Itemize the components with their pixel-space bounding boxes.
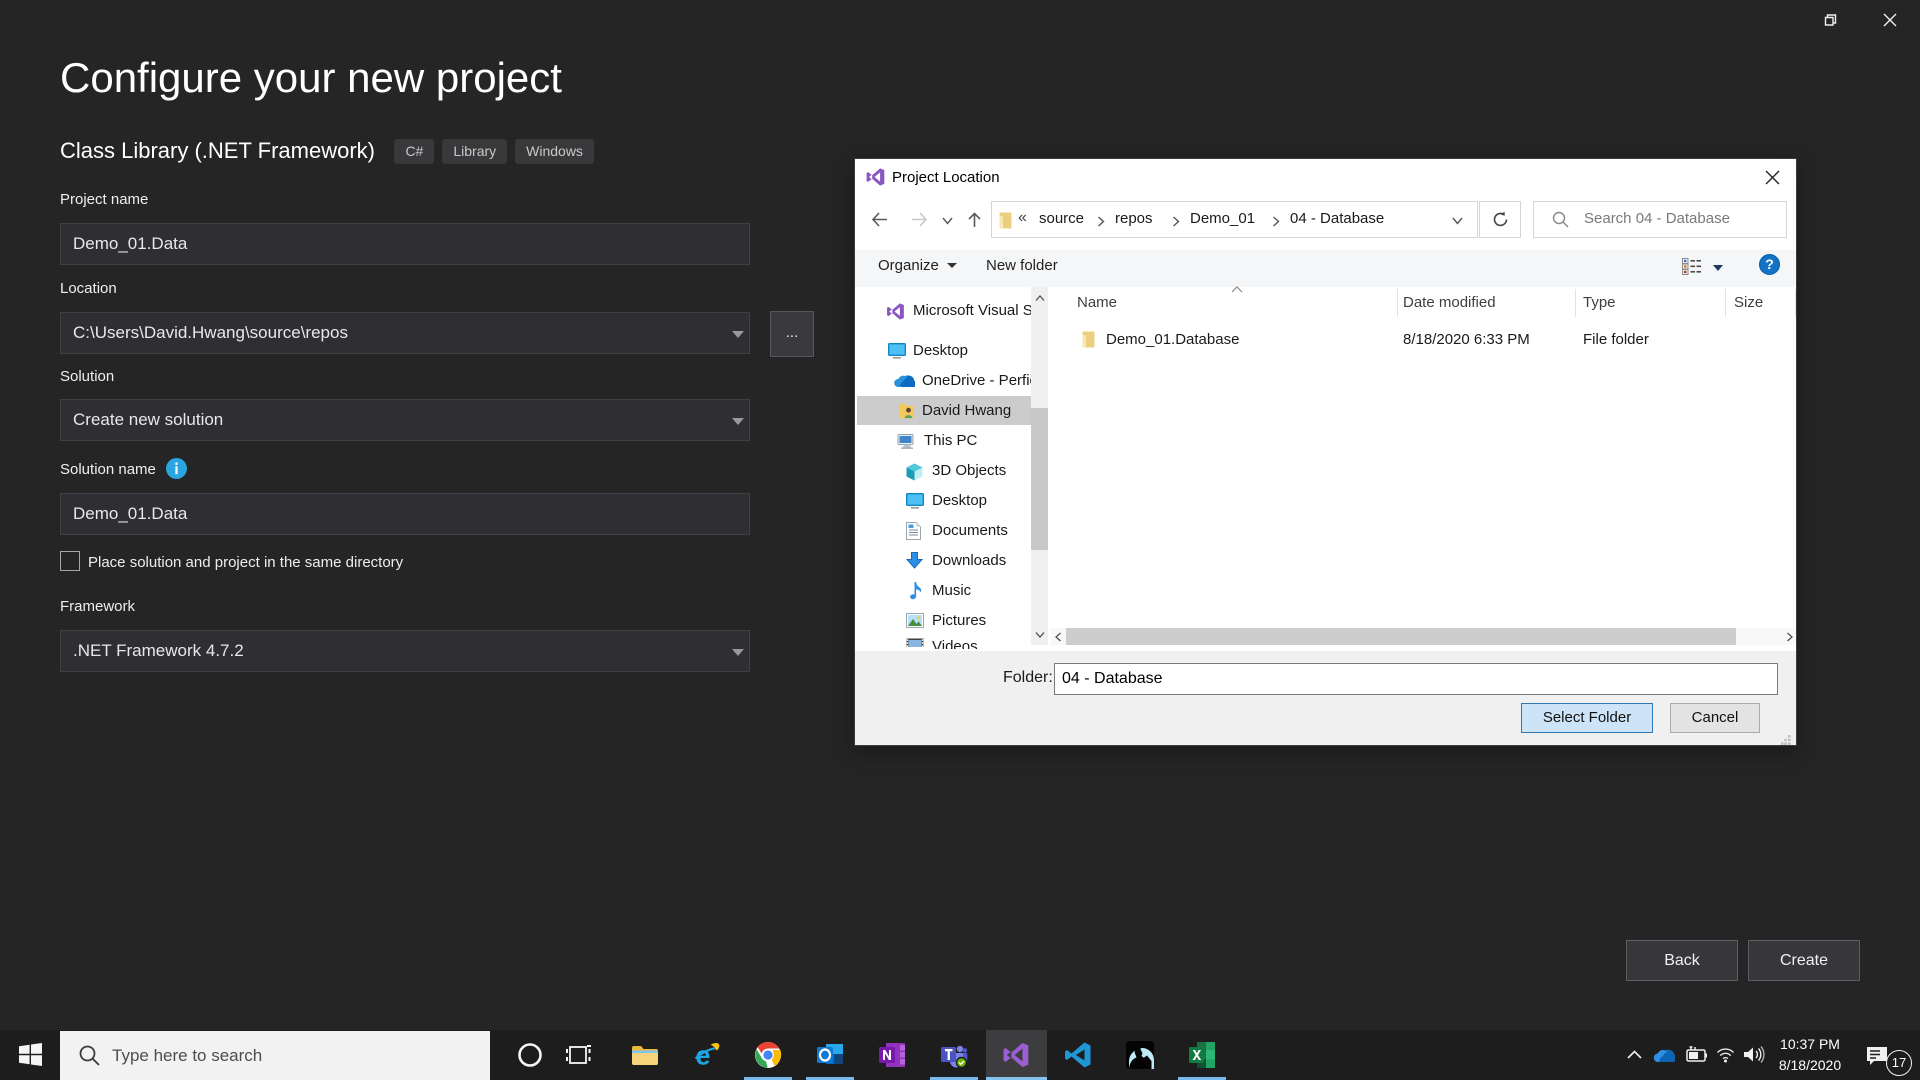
svg-text:e: e	[696, 1041, 711, 1069]
